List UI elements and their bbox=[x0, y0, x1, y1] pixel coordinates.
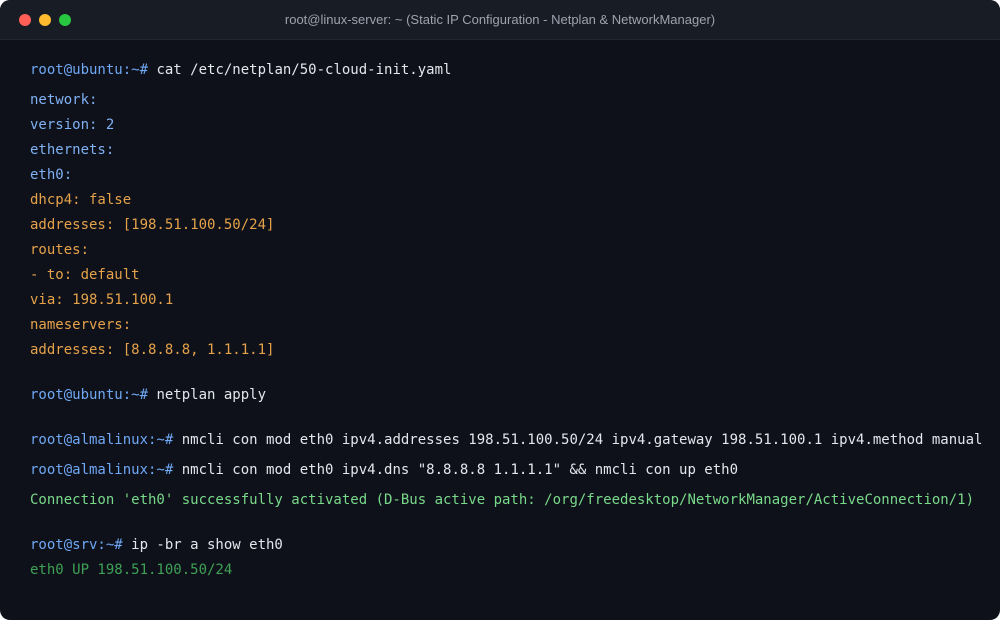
command-line: root@almalinux:~# nmcli con mod eth0 ipv… bbox=[30, 460, 738, 480]
yaml-line: via: 198.51.100.1 bbox=[30, 292, 174, 308]
command-text: cat /etc/netplan/50-cloud-init.yaml bbox=[148, 62, 452, 78]
yaml-line: nameservers: bbox=[30, 317, 132, 333]
command-line: root@almalinux:~# nmcli con mod eth0 ipv… bbox=[30, 430, 982, 450]
command-line: root@srv:~# ip -br a show eth0 bbox=[30, 535, 283, 555]
yaml-line: network: bbox=[30, 92, 98, 108]
terminal-output[interactable]: root@ubuntu:~# cat /etc/netplan/50-cloud… bbox=[0, 40, 1000, 620]
title-bar: root@linux-server: ~ (Static IP Configur… bbox=[0, 0, 1000, 40]
yaml-line: version: 2 bbox=[30, 117, 115, 133]
shell-prompt: root@almalinux:~# bbox=[30, 462, 174, 478]
command-line: root@ubuntu:~# cat /etc/netplan/50-cloud… bbox=[30, 60, 451, 80]
shell-prompt: root@almalinux:~# bbox=[30, 432, 174, 448]
command-line: root@ubuntu:~# netplan apply bbox=[30, 385, 266, 405]
terminal-window: root@linux-server: ~ (Static IP Configur… bbox=[0, 0, 1000, 620]
command-text: nmcli con mod eth0 ipv4.dns "8.8.8.8 1.1… bbox=[173, 462, 739, 478]
ip-output: eth0 UP 198.51.100.50/24 bbox=[30, 562, 233, 578]
yaml-line: ethernets: bbox=[30, 142, 115, 158]
shell-prompt: root@ubuntu:~# bbox=[30, 387, 149, 403]
yaml-line: - to: default bbox=[30, 267, 140, 283]
yaml-line: eth0: bbox=[30, 167, 73, 183]
yaml-line: addresses: [8.8.8.8, 1.1.1.1] bbox=[30, 342, 275, 358]
shell-prompt: root@srv:~# bbox=[30, 537, 123, 553]
yaml-line: addresses: [198.51.100.50/24] bbox=[30, 217, 275, 233]
window-title: root@linux-server: ~ (Static IP Configur… bbox=[284, 12, 716, 27]
success-message: Connection 'eth0' successfully activated… bbox=[30, 492, 975, 508]
shell-prompt: root@ubuntu:~# bbox=[30, 62, 149, 78]
yaml-line: dhcp4: false bbox=[30, 192, 132, 208]
command-text: ip -br a show eth0 bbox=[122, 537, 283, 553]
command-text: netplan apply bbox=[148, 387, 267, 403]
command-text: nmcli con mod eth0 ipv4.addresses 198.51… bbox=[173, 432, 983, 448]
yaml-line: routes: bbox=[30, 242, 90, 258]
